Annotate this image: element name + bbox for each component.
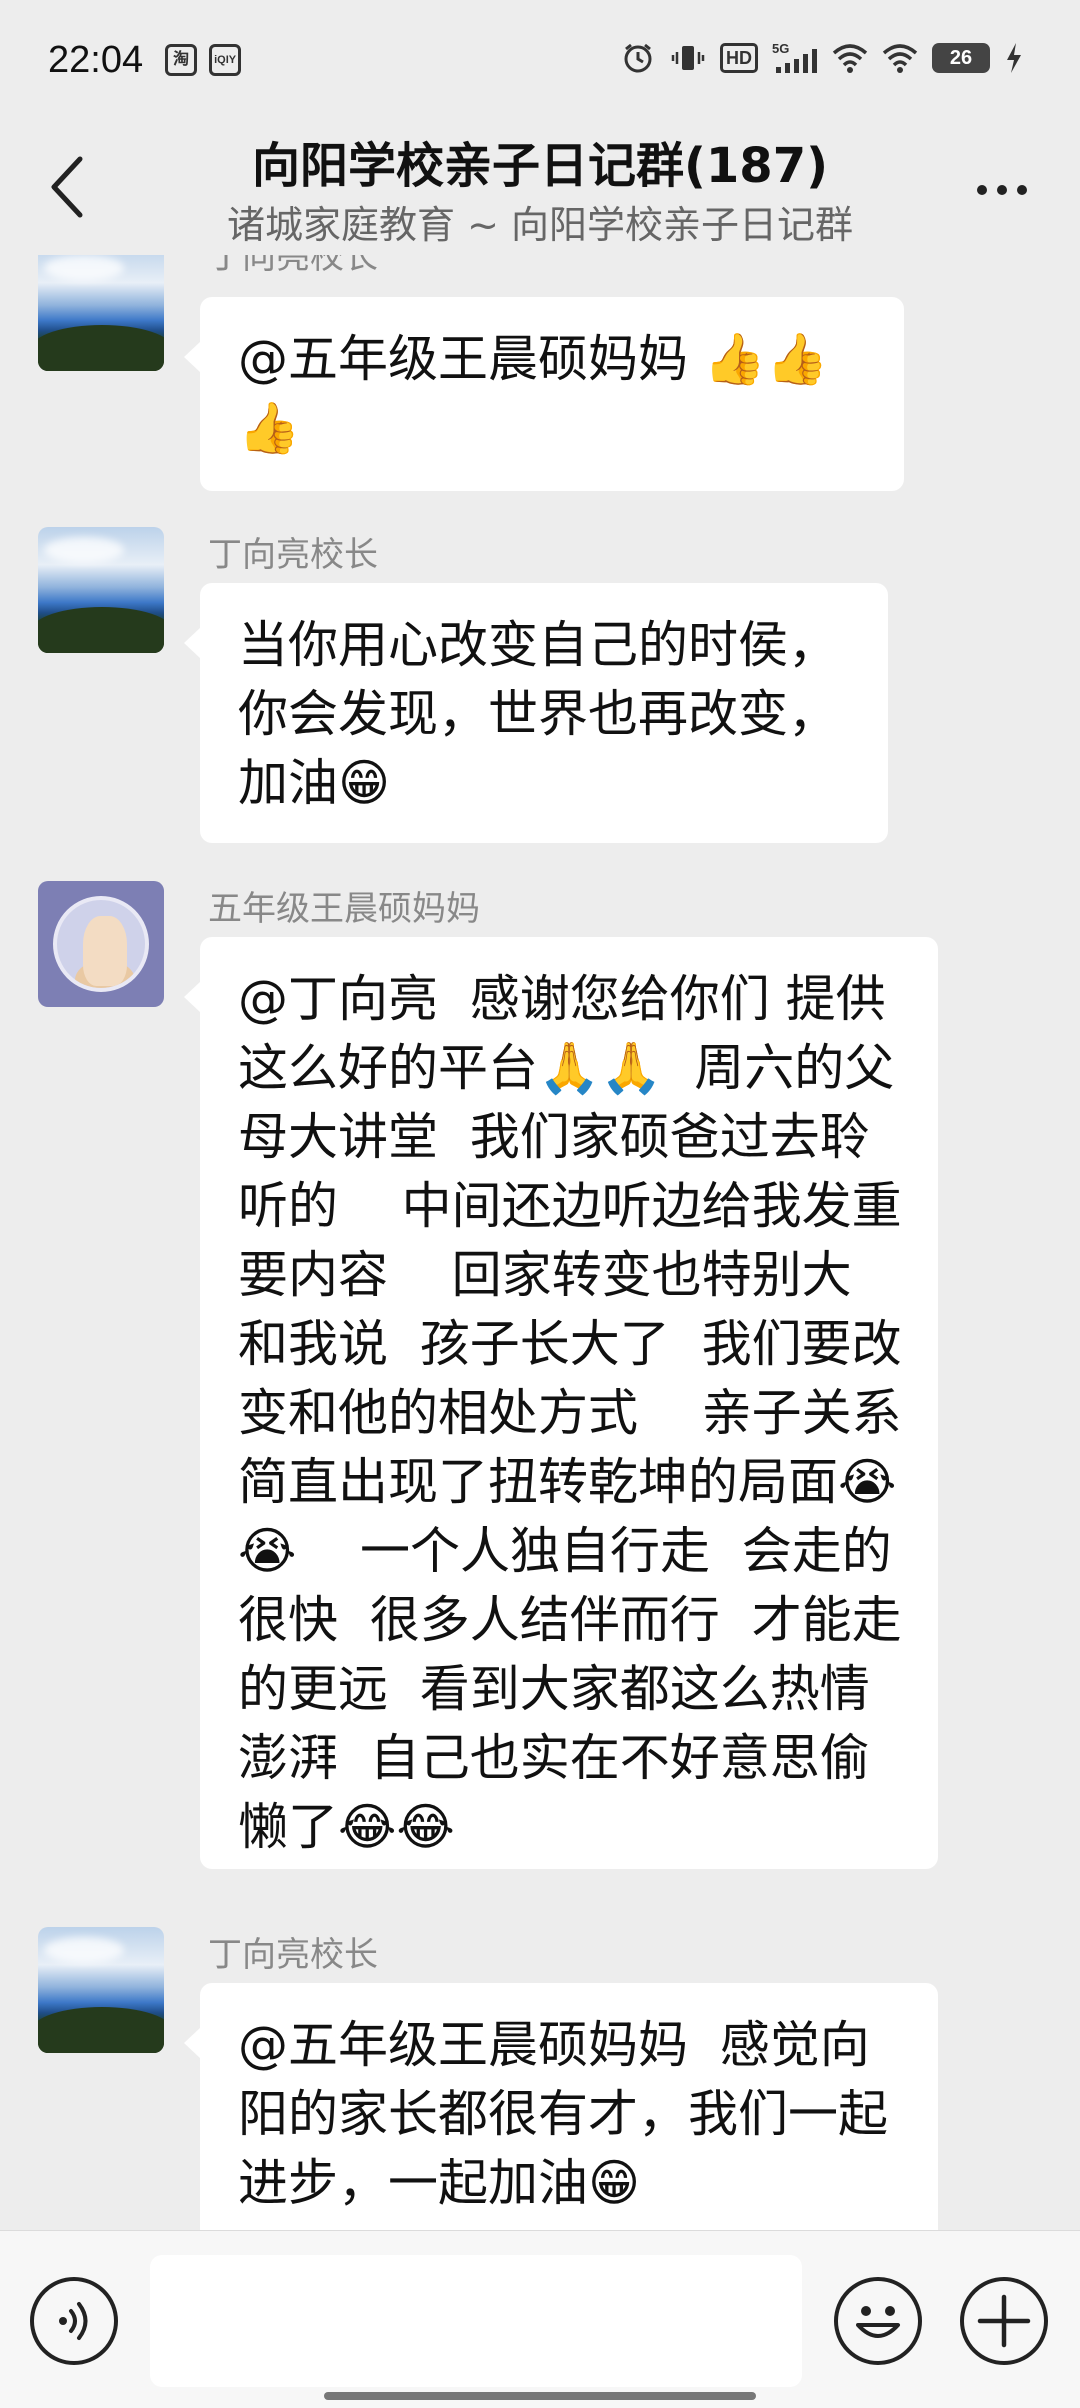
avatar-portrait xyxy=(53,896,149,992)
avatar-mother[interactable] xyxy=(38,881,164,1007)
message-bubble[interactable]: @五年级王晨硕妈妈 感觉向阳的家长都很有才，我们一起进步，一起加油😁 xyxy=(184,1983,938,2230)
more-dot xyxy=(1017,185,1027,195)
sender-name: 五年级王晨硕妈妈 xyxy=(208,889,480,929)
more-dots-icon xyxy=(977,185,987,195)
svg-text:5G: 5G xyxy=(772,41,789,56)
avatar-principal[interactable] xyxy=(38,527,164,653)
signal-icon: 5G xyxy=(772,40,818,76)
sender-name: 丁向亮校长 xyxy=(208,255,378,277)
input-bar xyxy=(0,2230,1080,2408)
taobao-app-icon: 淘 xyxy=(165,44,198,76)
avatar-principal[interactable] xyxy=(38,255,164,371)
chat-subtitle: 诸城家庭教育 ~ 向阳学校亲子日记群 xyxy=(227,203,853,247)
voice-button[interactable] xyxy=(30,2277,118,2365)
message-bubble[interactable]: @丁向亮 感谢您给你们 提供这么好的平台🙏🙏 周六的父母大讲堂 我们家硕爸过去聆… xyxy=(184,937,938,1869)
wifi-icon-2 xyxy=(882,40,918,76)
vibrate-icon xyxy=(670,40,706,76)
emoji-button[interactable] xyxy=(834,2277,922,2365)
chat-header: 向阳学校亲子日记群(187) 诸城家庭教育 ~ 向阳学校亲子日记群 xyxy=(0,120,1080,255)
avatar-figure xyxy=(83,916,127,986)
iqiyi-app-icon: iQIY xyxy=(209,44,242,76)
avatar-principal[interactable] xyxy=(38,1927,164,2053)
status-time: 22:04 xyxy=(48,38,144,81)
status-icons: HD 5G 26 xyxy=(620,40,1024,76)
more-button[interactable] xyxy=(962,160,1042,220)
message-bubble[interactable]: 当你用心改变自己的时侯，你会发现，世界也再改变，加油😁 xyxy=(184,583,888,843)
sender-name: 丁向亮校长 xyxy=(208,535,378,575)
message-input[interactable] xyxy=(150,2255,802,2387)
plus-icon xyxy=(964,2281,1044,2361)
message-list[interactable]: 丁向亮校长 @五年级王晨硕妈妈 👍👍👍 丁向亮校长 当你用心改变自己的时侯，你会… xyxy=(0,255,1080,2230)
home-indicator[interactable] xyxy=(324,2392,756,2400)
alarm-icon xyxy=(620,40,656,76)
more-functions-button[interactable] xyxy=(960,2277,1048,2365)
sender-name: 丁向亮校长 xyxy=(208,1935,378,1975)
more-dot xyxy=(997,185,1007,195)
emoji-icon xyxy=(838,2281,918,2361)
hd-badge: HD xyxy=(720,43,758,73)
voice-icon xyxy=(49,2296,99,2346)
message-bubble[interactable]: @五年级王晨硕妈妈 👍👍👍 xyxy=(184,297,904,491)
battery-indicator: 26 xyxy=(932,43,990,73)
chat-title: 向阳学校亲子日记群(187) xyxy=(251,138,829,194)
charging-icon xyxy=(1004,40,1024,76)
wifi-icon-1 xyxy=(832,40,868,76)
